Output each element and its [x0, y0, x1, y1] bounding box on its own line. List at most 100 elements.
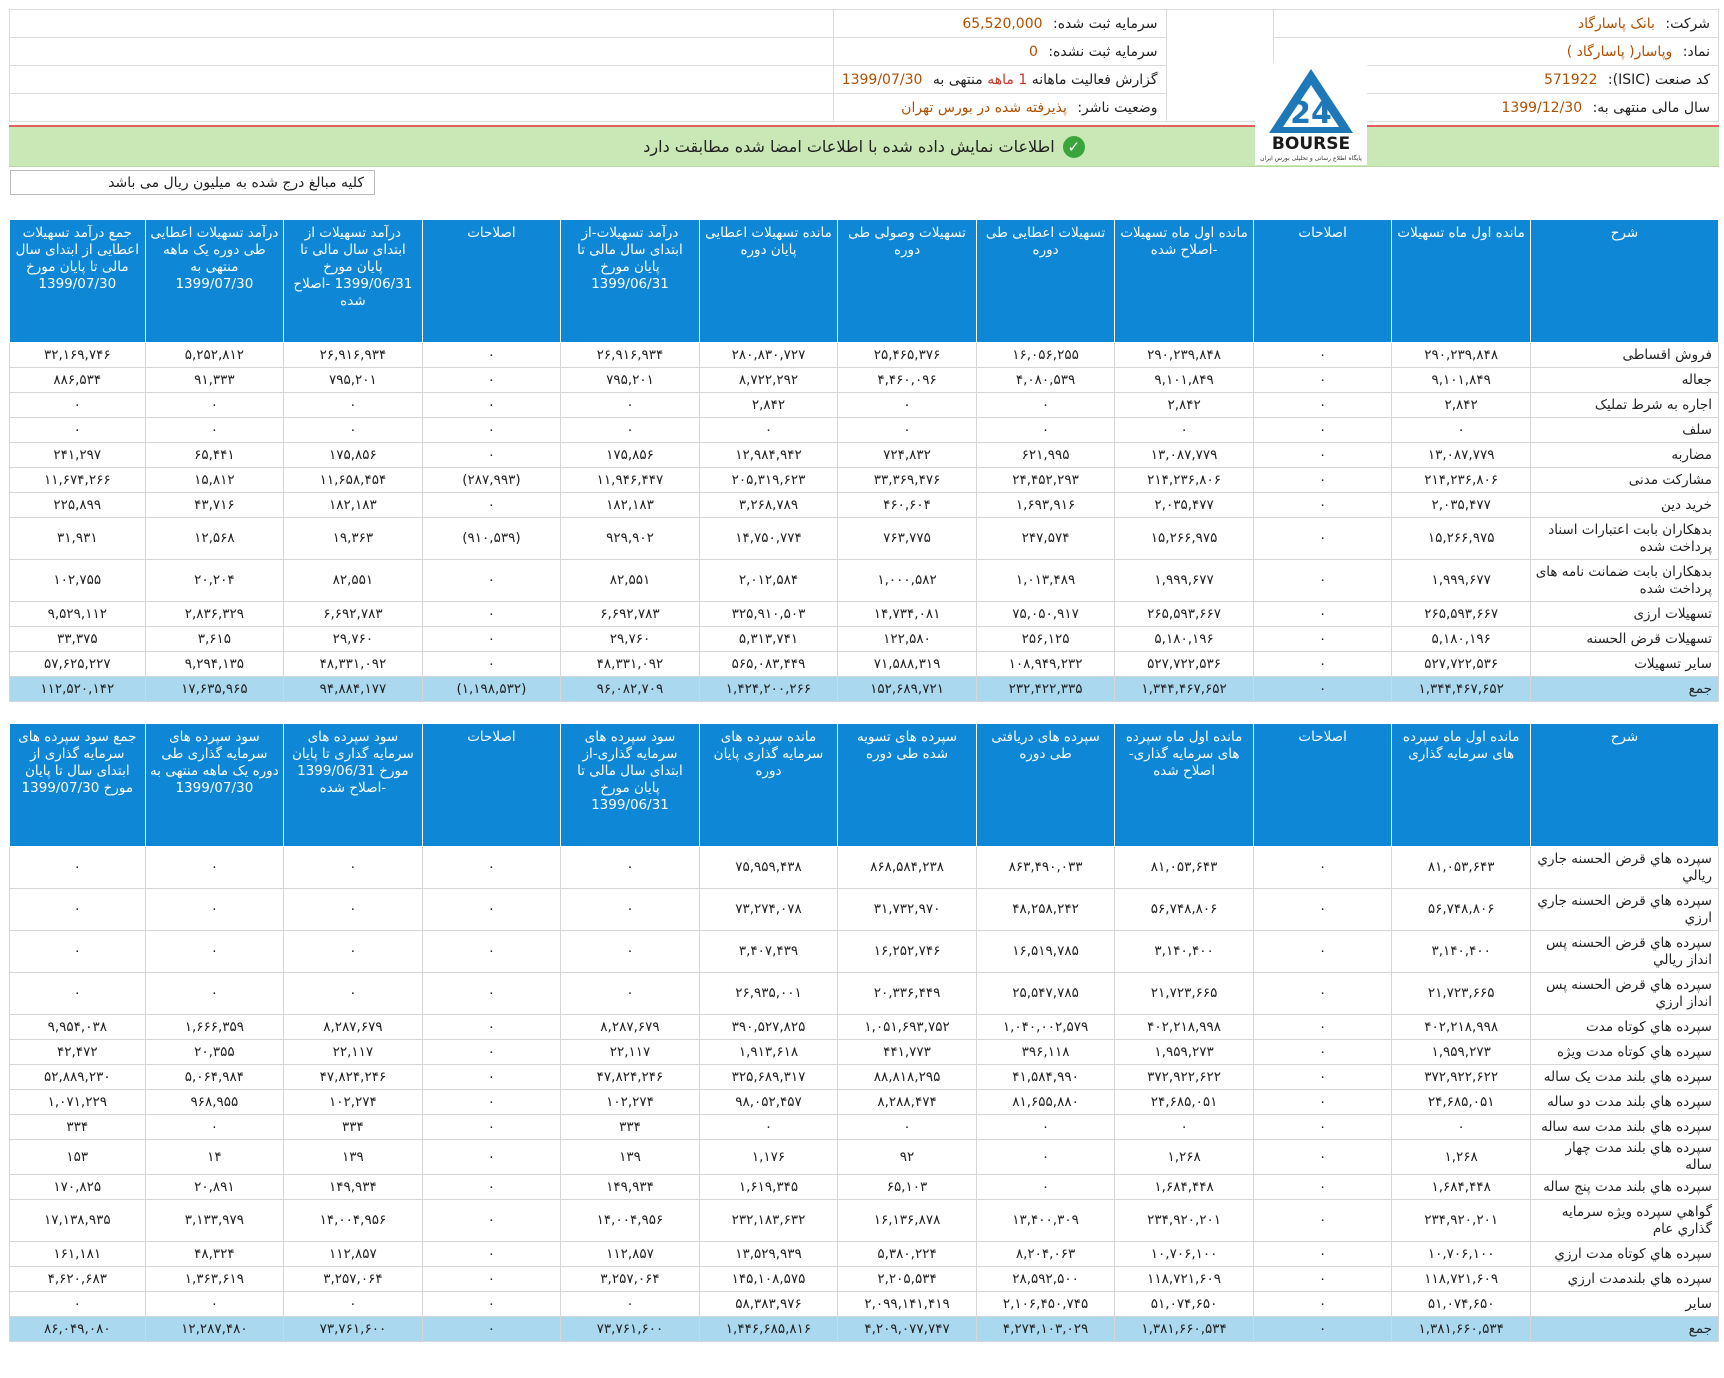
table-cell: ۱۳,۴۰۰,۳۰۹	[975, 1199, 1116, 1242]
table-cell: ۴۸,۳۳۱,۰۹۲	[283, 651, 423, 677]
table-cell: ۳۳۴	[283, 1114, 423, 1140]
table-cell: ۰	[1252, 559, 1393, 602]
column-header: سود سپرده های سرمایه گذاری تا پایان مورخ…	[283, 723, 423, 847]
row-label: جعاله	[1529, 367, 1720, 393]
table-cell: ۲۰,۸۹۱	[144, 1174, 285, 1200]
total-row: جمع ۱,۳۸۱,۶۶۰,۵۳۴ ۰ ۱,۳۸۱,۶۶۰,۵۳۴ ۴,۲۷۴,۱۰۳,…	[9, 1316, 1720, 1342]
table-cell: ۳,۲۵۷,۰۶۴	[283, 1266, 423, 1292]
table-cell: ۰	[1252, 972, 1393, 1015]
table-cell: ۵۸,۳۸۳,۹۷۶	[698, 1291, 839, 1317]
table-cell: ۰	[421, 1199, 562, 1242]
table-cell: ۲,۰۳۵,۴۷۷	[1114, 492, 1254, 518]
table-cell: ۵۷,۶۲۵,۲۲۷	[9, 651, 146, 677]
column-header: شرح	[1529, 219, 1720, 343]
table-cell: ۸۱,۰۵۳,۶۴۳	[1391, 846, 1531, 889]
table-cell: ۲۲,۱۱۷	[283, 1039, 423, 1065]
table-cell: ۰	[421, 342, 562, 368]
table-cell: ۹۲	[837, 1139, 977, 1175]
table-cell: ۲۴۷,۵۷۴	[975, 517, 1116, 560]
table-cell: ۸,۷۲۲,۲۹۲	[698, 367, 839, 393]
table-cell: ۰	[975, 1174, 1116, 1200]
table-cell: ۰	[283, 846, 423, 889]
table-cell: ۱۱۲,۸۵۷	[560, 1241, 700, 1267]
symbol-value[interactable]: وپاسار( پاسارگاد )	[1567, 44, 1673, 60]
report-prefix: گزارش فعالیت ماهانه	[1031, 71, 1158, 88]
column-header: درآمد تسهیلات اعطایی طی دوره یک ماهه منت…	[144, 219, 285, 343]
table-cell: ۲,۸۳۶,۳۲۹	[144, 601, 285, 627]
table-cell: ۰	[283, 972, 423, 1015]
table-cell: ۰	[1252, 342, 1393, 368]
table-cell: ۳,۱۳۳,۹۷۹	[144, 1199, 285, 1242]
cap-reg-cell: سرمایه ثبت شده: 65,520,000	[832, 9, 1167, 38]
check-circle-icon: ✓	[1062, 135, 1085, 158]
table-cell: ۵۶,۷۴۸,۸۰۶	[1114, 888, 1254, 931]
table-cell: ۱۲,۹۸۴,۹۴۲	[698, 442, 839, 468]
table-cell: ۰	[144, 417, 285, 443]
row-label: سپرده هاي کوتاه مدت ارزي	[1529, 1241, 1720, 1267]
table-cell: ۲۶,۹۱۶,۹۳۴	[560, 342, 700, 368]
table-cell: ۱,۶۱۹,۳۴۵	[698, 1174, 839, 1200]
table-cell: ۱۰۲,۲۷۴	[283, 1089, 423, 1115]
row-label: سپرده هاي قرض الحسنه جاري ريالي	[1529, 846, 1720, 889]
table-cell: ۶۵,۱۰۳	[837, 1174, 977, 1200]
table-cell: ۳۷۲,۹۲۲,۶۲۲	[1114, 1064, 1254, 1090]
table-cell: ۲۶۵,۵۹۳,۶۶۷	[1114, 601, 1254, 627]
table-row: جعاله ۹,۱۰۱,۸۴۹ ۰ ۹,۱۰۱,۸۴۹ ۴,۰۸۰,۵۳۹ ۴,۴۶۰,۰…	[9, 367, 1720, 393]
table-cell: ۸,۲۸۷,۶۷۹	[560, 1014, 700, 1040]
column-header: اصلاحات	[1252, 219, 1393, 343]
table-cell: ۲,۰۱۲,۵۸۴	[698, 559, 839, 602]
table-row: سلف ۰ ۰ ۰ ۰ ۰ ۰ ۰ ۰ ۰ ۰ ۰	[9, 417, 1720, 443]
table-row: سپرده هاي بلند مدت سه ساله ۰ ۰ ۰ ۰ ۰ ۰ ۳۳۴ ۰ ۳۳۴ ۰…	[9, 1114, 1720, 1140]
table-cell: ۰	[421, 1241, 562, 1267]
table-cell: ۰	[421, 846, 562, 889]
table-cell: ۱۰,۷۰۶,۱۰۰	[1391, 1241, 1531, 1267]
table-cell: ۰	[421, 1089, 562, 1115]
table-row: سپرده هاي قرض الحسنه جاري ريالي ۸۱,۰۵۳,۶۴…	[9, 846, 1720, 889]
table-cell: ۰	[560, 1291, 700, 1317]
table-row: بدهکاران بابت اعتبارات اسناد پرداخت شده ۱…	[9, 517, 1720, 560]
table-cell: ۳۳,۳۶۹,۴۷۶	[837, 467, 977, 493]
table-cell: ۲۲۵,۸۹۹	[9, 492, 146, 518]
table-cell: ۱,۰۷۱,۲۲۹	[9, 1089, 146, 1115]
table-cell: ۱۲,۵۶۸	[144, 517, 285, 560]
total-cell: ۹۶,۰۸۲,۷۰۹	[560, 676, 700, 702]
table-cell: ۱,۰۴۰,۰۰۲,۵۷۹	[975, 1014, 1116, 1040]
table-cell: ۲۱,۷۲۳,۶۶۵	[1391, 972, 1531, 1015]
isic-value: 571922	[1543, 71, 1598, 88]
company-value: بانک پاسارگاد	[1577, 15, 1655, 32]
table-row: سپرده هاي بلندمدت ارزي ۱۱۸,۷۲۱,۶۰۹ ۰ ۱۱۸,۷۲…	[9, 1266, 1720, 1292]
table-cell: ۲۰,۳۵۵	[144, 1039, 285, 1065]
company-cell: شرکت: بانک پاسارگاد	[1272, 9, 1720, 38]
table-cell: ۲,۰۳۵,۴۷۷	[1391, 492, 1531, 518]
row-label: مشارکت مدنی	[1529, 467, 1720, 493]
table-cell: ۰	[698, 1114, 839, 1140]
table-cell: ۲۹,۷۶۰	[560, 626, 700, 652]
table-row: سپرده هاي قرض الحسنه جاري ارزي ۵۶,۷۴۸,۸۰۶…	[9, 888, 1720, 931]
loans-table-header: شرح مانده اول ماه تسهیلات اصلاحات مانده اول…	[9, 219, 1720, 343]
loans-table: شرح مانده اول ماه تسهیلات اصلاحات مانده اول…	[9, 219, 1720, 702]
table-cell: ۰	[421, 1266, 562, 1292]
table-cell: ۳۲,۱۶۹,۷۴۶	[9, 342, 146, 368]
cap-unreg-cell: سرمایه ثبت نشده: 0	[832, 37, 1167, 66]
total-cell: ۲۳۲,۴۲۲,۳۳۵	[975, 676, 1116, 702]
row-label: سلف	[1529, 417, 1720, 443]
table-cell: ۰	[421, 1039, 562, 1065]
table-cell: ۰	[1252, 601, 1393, 627]
table-cell: ۱,۲۶۸	[1114, 1139, 1254, 1175]
row-label: سپرده هاي بلند مدت يک ساله	[1529, 1064, 1720, 1090]
table-cell: ۴۸,۳۲۴	[144, 1241, 285, 1267]
table-cell: ۵۶,۷۴۸,۸۰۶	[1391, 888, 1531, 931]
table-cell: (۲۸۷,۹۹۳)	[421, 467, 562, 493]
table-cell: ۸۲,۵۵۱	[283, 559, 423, 602]
table-cell: ۰	[837, 1114, 977, 1140]
table-cell: ۴۷,۸۲۴,۲۴۶	[560, 1064, 700, 1090]
table-cell: ۰	[421, 1291, 562, 1317]
row-label: ساير	[1529, 1291, 1720, 1317]
column-header: اصلاحات	[421, 723, 562, 847]
table-row: مشارکت مدنی ۲۱۴,۲۳۶,۸۰۶ ۰ ۲۱۴,۲۳۶,۸۰۶ ۲۴,۴۵۲…	[9, 467, 1720, 493]
column-header: مانده اول ماه سپرده های سرمایه گذاری	[1391, 723, 1531, 847]
table-cell: ۳,۶۱۵	[144, 626, 285, 652]
table-cell: ۰	[698, 417, 839, 443]
table-cell: ۰	[421, 1114, 562, 1140]
table-cell: ۰	[1252, 1089, 1393, 1115]
